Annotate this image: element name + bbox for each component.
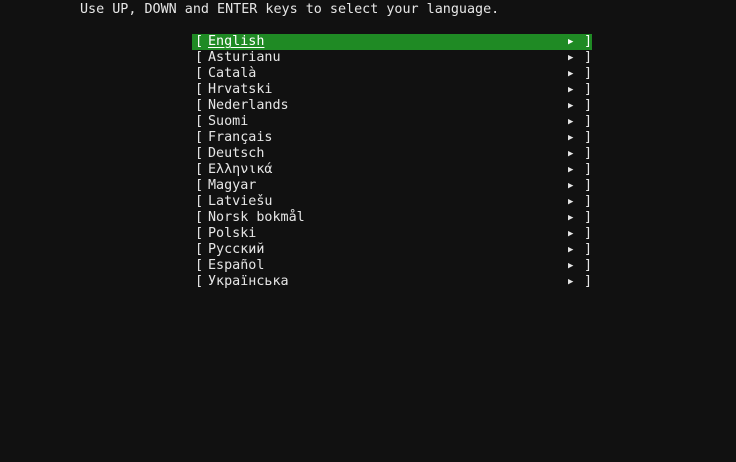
bracket-close: ]: [584, 146, 593, 161]
submenu-arrow-icon: ▶: [568, 117, 574, 127]
bracket-close: ]: [584, 82, 593, 97]
bracket-close: ]: [584, 274, 593, 289]
bracket-open: [: [195, 146, 204, 161]
bracket-open: [: [195, 162, 204, 177]
language-option-magyar[interactable]: [ Magyar ▶ ]: [192, 178, 592, 194]
bracket-open: [: [195, 130, 204, 145]
language-label: English: [208, 34, 265, 49]
language-option-polski[interactable]: [ Polski ▶ ]: [192, 226, 592, 242]
bracket-close: ]: [584, 50, 593, 65]
bracket-close: ]: [584, 98, 593, 113]
language-option-latviesu[interactable]: [ Latviešu ▶ ]: [192, 194, 592, 210]
bracket-close: ]: [584, 210, 593, 225]
bracket-open: [: [195, 114, 204, 129]
submenu-arrow-icon: ▶: [568, 85, 574, 95]
bracket-open: [: [195, 34, 204, 49]
bracket-close: ]: [584, 162, 593, 177]
language-label: Українська: [208, 274, 289, 289]
language-label: Asturianu: [208, 50, 281, 65]
language-label: Ελληνικά: [208, 162, 273, 177]
bracket-open: [: [195, 274, 204, 289]
bracket-open: [: [195, 210, 204, 225]
submenu-arrow-icon: ▶: [568, 69, 574, 79]
submenu-arrow-icon: ▶: [568, 245, 574, 255]
submenu-arrow-icon: ▶: [568, 261, 574, 271]
bracket-close: ]: [584, 194, 593, 209]
submenu-arrow-icon: ▶: [568, 197, 574, 207]
language-option-ukrainian[interactable]: [ Українська ▶ ]: [192, 274, 592, 290]
language-label: Español: [208, 258, 265, 273]
bracket-close: ]: [584, 114, 593, 129]
language-label: Nederlands: [208, 98, 289, 113]
bracket-close: ]: [584, 66, 593, 81]
submenu-arrow-icon: ▶: [568, 101, 574, 111]
bracket-open: [: [195, 178, 204, 193]
submenu-arrow-icon: ▶: [568, 181, 574, 191]
submenu-arrow-icon: ▶: [568, 37, 574, 47]
language-label: Deutsch: [208, 146, 265, 161]
language-label: Français: [208, 130, 273, 145]
submenu-arrow-icon: ▶: [568, 149, 574, 159]
submenu-arrow-icon: ▶: [568, 53, 574, 63]
language-option-norsk-bokmal[interactable]: [ Norsk bokmål ▶ ]: [192, 210, 592, 226]
language-option-russian[interactable]: [ Русский ▶ ]: [192, 242, 592, 258]
submenu-arrow-icon: ▶: [568, 165, 574, 175]
submenu-arrow-icon: ▶: [568, 213, 574, 223]
bracket-close: ]: [584, 258, 593, 273]
language-label: Català: [208, 66, 257, 81]
language-label: Русский: [208, 242, 265, 257]
language-option-nederlands[interactable]: [ Nederlands ▶ ]: [192, 98, 592, 114]
language-option-catala[interactable]: [ Català ▶ ]: [192, 66, 592, 82]
bracket-close: ]: [584, 242, 593, 257]
submenu-arrow-icon: ▶: [568, 277, 574, 287]
language-option-hrvatski[interactable]: [ Hrvatski ▶ ]: [192, 82, 592, 98]
language-option-greek[interactable]: [ Ελληνικά ▶ ]: [192, 162, 592, 178]
language-label: Norsk bokmål: [208, 210, 305, 225]
bracket-open: [: [195, 66, 204, 81]
language-label: Latviešu: [208, 194, 273, 209]
bracket-open: [: [195, 50, 204, 65]
bracket-open: [: [195, 82, 204, 97]
language-option-asturianu[interactable]: [ Asturianu ▶ ]: [192, 50, 592, 66]
language-label: Hrvatski: [208, 82, 273, 97]
bracket-close: ]: [584, 226, 593, 241]
instruction-text: Use UP, DOWN and ENTER keys to select yo…: [80, 2, 500, 17]
submenu-arrow-icon: ▶: [568, 133, 574, 143]
language-label: Suomi: [208, 114, 249, 129]
bracket-open: [: [195, 98, 204, 113]
language-label: Polski: [208, 226, 257, 241]
bracket-close: ]: [584, 34, 593, 49]
bracket-open: [: [195, 258, 204, 273]
language-option-suomi[interactable]: [ Suomi ▶ ]: [192, 114, 592, 130]
language-option-english[interactable]: [ English ▶ ]: [192, 34, 592, 50]
bracket-open: [: [195, 194, 204, 209]
bracket-close: ]: [584, 130, 593, 145]
language-option-espanol[interactable]: [ Español ▶ ]: [192, 258, 592, 274]
submenu-arrow-icon: ▶: [568, 229, 574, 239]
bracket-open: [: [195, 226, 204, 241]
language-option-francais[interactable]: [ Français ▶ ]: [192, 130, 592, 146]
bracket-close: ]: [584, 178, 593, 193]
language-label: Magyar: [208, 178, 257, 193]
bracket-open: [: [195, 242, 204, 257]
language-menu: [ English ▶ ] [ Asturianu ▶ ] [ Català ▶…: [192, 34, 592, 290]
language-option-deutsch[interactable]: [ Deutsch ▶ ]: [192, 146, 592, 162]
